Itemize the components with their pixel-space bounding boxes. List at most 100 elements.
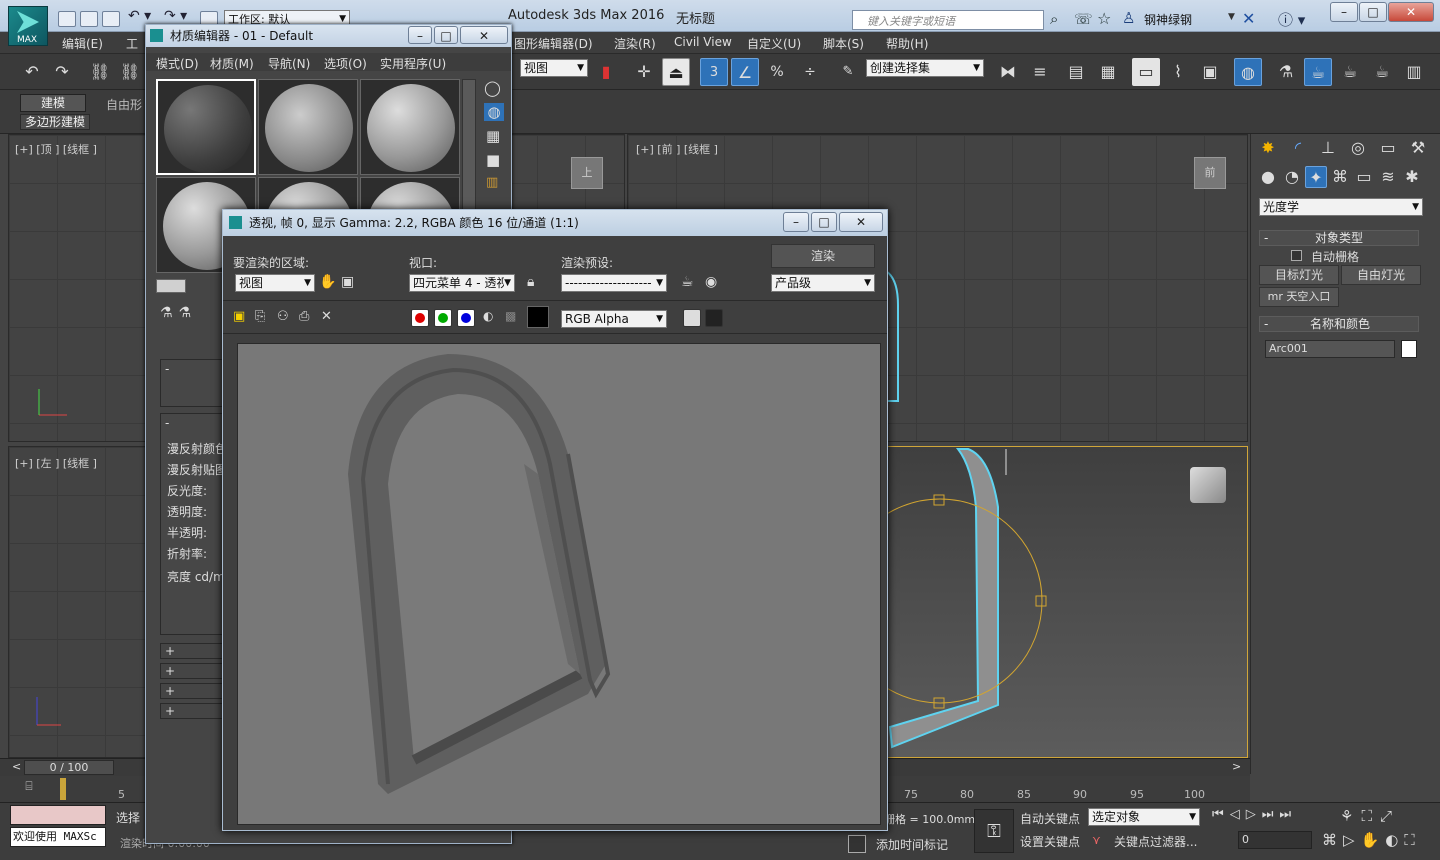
viewport-top-label[interactable]: [+] [顶 ] [线框 ] bbox=[15, 141, 97, 157]
material-slot-3[interactable] bbox=[360, 79, 460, 175]
help-icon[interactable]: ⓘ ▾ bbox=[1278, 9, 1305, 30]
render-production-icon[interactable]: ☕ bbox=[1336, 58, 1364, 86]
viewport-dropdown[interactable]: 四元菜单 4 - 透视 ▼ bbox=[409, 274, 515, 292]
ribbon-toggle-icon[interactable]: ▦ bbox=[1094, 58, 1122, 86]
toggle-ui-icon[interactable] bbox=[705, 309, 723, 327]
undo-icon[interactable]: ↶ bbox=[18, 58, 46, 86]
close-button[interactable]: ✕ bbox=[1388, 2, 1434, 22]
menu-graph-editors[interactable]: 图形编辑器(D) bbox=[514, 35, 593, 52]
render-setup-icon[interactable]: ☕ bbox=[681, 274, 694, 290]
rollout-collapsed-4[interactable]: + bbox=[160, 703, 224, 719]
save-file-icon[interactable] bbox=[102, 11, 120, 27]
free-light-button[interactable]: 自由灯光 bbox=[1341, 265, 1421, 285]
sample-type-icon[interactable]: ◯ bbox=[484, 79, 501, 97]
auto-key-button[interactable]: 自动关键点 bbox=[1020, 810, 1080, 827]
name-color-rollout[interactable]: - 名称和颜色 bbox=[1259, 316, 1419, 332]
material-editor-minimize[interactable]: – bbox=[408, 26, 432, 44]
time-prev-icon[interactable]: < bbox=[12, 760, 21, 773]
binoculars-icon[interactable]: ⌕ bbox=[1050, 10, 1058, 28]
ribbon-tab-modeling[interactable]: 建模 bbox=[20, 94, 86, 112]
maximize-button[interactable]: □ bbox=[1359, 2, 1387, 22]
snap-3d-icon[interactable]: 3 bbox=[700, 58, 728, 86]
object-type-rollout[interactable]: - 对象类型 bbox=[1259, 230, 1419, 246]
cameras-icon[interactable]: ⌘ bbox=[1329, 166, 1351, 188]
render-preset-dropdown[interactable]: -------------------- ▼ bbox=[561, 274, 667, 292]
red-channel-toggle[interactable] bbox=[411, 309, 429, 327]
material-editor-close[interactable]: ✕ bbox=[460, 26, 508, 44]
menu-scripting[interactable]: 脚本(S) bbox=[823, 35, 864, 52]
target-light-button[interactable]: 目标灯光 bbox=[1259, 265, 1339, 285]
ribbon-polygon-modeling[interactable]: 多边形建模 bbox=[20, 114, 90, 130]
render-frame-titlebar[interactable]: 透视, 帧 0, 显示 Gamma: 2.2, RGBA 颜色 16 位/通道 … bbox=[223, 210, 887, 236]
search-input[interactable]: 键入关键字或短语 bbox=[852, 10, 1044, 30]
display-tab-icon[interactable]: ▭ bbox=[1375, 136, 1401, 160]
object-color-swatch[interactable] bbox=[1401, 340, 1417, 358]
dope-sheet-icon[interactable]: ▣ bbox=[1196, 58, 1224, 86]
viewport-front-label[interactable]: [+] [前 ] [线框 ] bbox=[636, 141, 718, 157]
menu-edit[interactable]: 编辑(E) bbox=[62, 35, 103, 52]
pivot-icon[interactable]: ▮ bbox=[592, 58, 620, 86]
material-hscroll[interactable] bbox=[156, 279, 186, 293]
color-swatch-black[interactable] bbox=[527, 306, 549, 328]
geometry-icon[interactable]: ● bbox=[1257, 166, 1279, 188]
copy-image-icon[interactable]: ⎘ bbox=[255, 309, 265, 324]
add-time-tag[interactable]: 添加时间标记 bbox=[876, 836, 948, 853]
rollout-collapsed-3[interactable]: + bbox=[160, 683, 224, 699]
video-color-check-icon[interactable]: ▥ bbox=[486, 175, 498, 190]
backlight-icon[interactable]: ◍ bbox=[484, 103, 504, 121]
edit-region-icon[interactable]: ✋ bbox=[319, 274, 336, 290]
playback-controls[interactable]: ⏮◁▷⏭⏭ bbox=[1212, 807, 1297, 822]
angle-snap-icon[interactable]: ∠ bbox=[731, 58, 759, 86]
hierarchy-tab-icon[interactable]: ⊥ bbox=[1315, 136, 1341, 160]
toggle-ui-overlay-icon[interactable] bbox=[683, 309, 701, 327]
mat-menu-mode[interactable]: 模式(D) bbox=[156, 55, 199, 72]
edit-named-selection-icon[interactable]: ✎ bbox=[834, 58, 862, 86]
uv-tiling-icon[interactable]: ■ bbox=[486, 151, 500, 169]
nav-controls-bottom[interactable]: ⌘▷✋◐⛶ bbox=[1322, 831, 1421, 849]
time-tag-icon[interactable] bbox=[848, 835, 866, 853]
render-frame-close[interactable]: ✕ bbox=[839, 212, 883, 232]
spinner-snap-icon[interactable]: ÷ bbox=[796, 58, 824, 86]
systems-icon[interactable]: ✱ bbox=[1401, 166, 1423, 188]
alpha-channel-icon[interactable]: ◐ bbox=[483, 309, 493, 323]
link-icon[interactable]: ⛓ bbox=[86, 58, 114, 86]
modify-tab-icon[interactable]: ◜ bbox=[1285, 136, 1311, 160]
motion-tab-icon[interactable]: ◎ bbox=[1345, 136, 1371, 160]
user-dropdown-icon[interactable]: ▼ bbox=[1228, 12, 1235, 22]
favorites-icon[interactable]: ☆ bbox=[1097, 9, 1111, 28]
rollout-collapsed-1[interactable]: + bbox=[160, 643, 224, 659]
menu-help[interactable]: 帮助(H) bbox=[886, 35, 928, 52]
selection-filter-dropdown[interactable]: 选定对象 ▼ bbox=[1088, 808, 1200, 826]
redo-icon[interactable]: ↷ ▾ bbox=[164, 8, 187, 24]
time-slider-thumb[interactable]: 0 / 100 bbox=[24, 760, 114, 775]
rollout-params-toggle[interactable]: - bbox=[165, 416, 169, 430]
mat-menu-navigation[interactable]: 导航(N) bbox=[268, 55, 310, 72]
render-frame-maximize[interactable]: □ bbox=[811, 212, 837, 232]
autogrid-checkbox[interactable] bbox=[1291, 250, 1302, 261]
lock-viewport-icon[interactable]: 🔒︎ bbox=[527, 274, 534, 290]
monochrome-icon[interactable]: ▩ bbox=[505, 309, 516, 323]
rollout-basic[interactable]: - bbox=[160, 359, 224, 407]
user-name[interactable]: 钢神绿钢 bbox=[1144, 11, 1192, 28]
category-dropdown[interactable]: 光度学 ▼ bbox=[1259, 198, 1423, 216]
curve-editor-icon[interactable]: ▭ bbox=[1132, 58, 1160, 86]
clone-frame-icon[interactable]: ⚇ bbox=[277, 309, 289, 324]
material-tools-row[interactable]: ⚗⚗ bbox=[160, 305, 197, 321]
viewcube-front[interactable]: 前 bbox=[1194, 157, 1226, 189]
render-button[interactable]: 渲染 bbox=[771, 244, 875, 268]
environment-icon[interactable]: ◉ bbox=[705, 274, 717, 290]
menu-customize[interactable]: 自定义(U) bbox=[747, 35, 801, 52]
nav-controls-top[interactable]: ⚘⛶⤢ bbox=[1340, 807, 1400, 825]
exchange-icon[interactable]: ✕ bbox=[1242, 9, 1255, 28]
clear-image-icon[interactable]: ✕ bbox=[321, 309, 332, 324]
blue-channel-toggle[interactable] bbox=[457, 309, 475, 327]
redo-icon[interactable]: ↷ bbox=[48, 58, 76, 86]
maxscript-mini-listener[interactable]: 欢迎使用 MAXSc bbox=[10, 827, 106, 847]
viewcube-top[interactable]: 上 bbox=[571, 157, 603, 189]
rollout-params[interactable]: - 漫反射颜色 漫反射贴图 反光度: 透明度: 半透明: 折射率: 亮度 cd/… bbox=[160, 413, 232, 635]
key-mode-icon[interactable]: ⚿ bbox=[974, 809, 1014, 853]
ribbon-tab-freeform[interactable]: 自由形 bbox=[106, 96, 142, 113]
create-tab-icon[interactable]: ✸ bbox=[1255, 136, 1281, 160]
auto-region-icon[interactable]: ▣ bbox=[341, 274, 354, 290]
utilities-tab-icon[interactable]: ⚒ bbox=[1405, 136, 1431, 160]
